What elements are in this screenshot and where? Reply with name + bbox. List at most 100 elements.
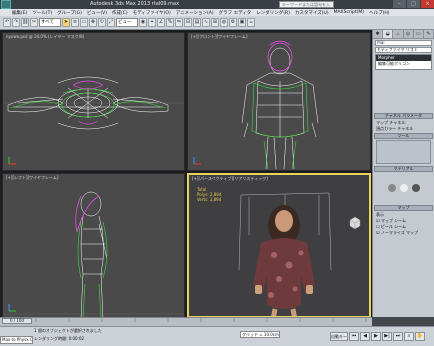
stack-spacer — [373, 71, 434, 111]
undo-icon[interactable]: ↶ — [3, 18, 11, 27]
display-label: 表示 — [376, 212, 384, 217]
viewcube-icon[interactable] — [347, 215, 363, 231]
curve-editor-icon[interactable]: ∿ — [202, 18, 210, 27]
modifier-list-dropdown[interactable]: モディファイヤ リスト — [375, 47, 432, 53]
material-sphere-icon[interactable] — [399, 183, 409, 193]
create-tab-icon[interactable]: ✱ — [373, 30, 384, 38]
menu-tools[interactable]: ツール(T) — [32, 10, 52, 16]
section-tools[interactable]: ツール — [374, 133, 433, 139]
render-setup-icon[interactable]: ⚙ — [229, 18, 237, 27]
zoom-icon[interactable]: ⌕ — [404, 331, 414, 341]
section-material[interactable]: マテリアル — [374, 166, 433, 172]
link-icon[interactable]: ⛓ — [21, 18, 29, 27]
axis-gizmo-icon — [193, 157, 201, 165]
top-wireframe — [3, 76, 184, 130]
left-wireframe — [3, 191, 184, 317]
display-tab-icon[interactable]: ▭ — [414, 30, 424, 38]
pivot-icon[interactable]: ◉ — [139, 18, 147, 27]
render-icon[interactable]: ☕ — [247, 18, 255, 27]
menu-group[interactable]: グループ(G) — [57, 10, 82, 16]
percent-snap-icon[interactable]: % — [166, 18, 174, 27]
menu-animation[interactable]: アニメーション(A) — [176, 10, 214, 16]
close-button[interactable]: × — [421, 0, 434, 8]
select-by-name-icon[interactable]: ≡ — [71, 18, 79, 27]
axis-gizmo-icon — [8, 157, 16, 165]
option-normalize-map[interactable]: ☑ ノーマライズ マップ — [376, 230, 431, 235]
next-frame-icon[interactable]: ▶| — [382, 331, 392, 341]
option-map-seams[interactable]: ☑ マップ シーム — [376, 218, 431, 223]
window-controls: – □ × — [390, 0, 434, 9]
mirror-icon[interactable]: ⇋ — [175, 18, 183, 27]
search-input[interactable]: キーワードまたは語句を入力 — [279, 1, 334, 8]
menu-rendering[interactable]: レンダリング(R) — [256, 10, 290, 16]
menu-modifiers[interactable]: モディファイヤ(O) — [133, 10, 171, 16]
stats-verts: Verts: 2,894 — [197, 197, 221, 202]
viewport-front-label[interactable]: [+][フロント][ワイヤフレーム] — [191, 34, 247, 40]
go-start-icon[interactable]: ⏮ — [349, 331, 359, 341]
app-logo-icon[interactable] — [1, 0, 11, 9]
object-name-field[interactable]: mai — [375, 40, 432, 46]
viewport-front[interactable]: [+][フロント][ワイヤフレーム] — [187, 32, 371, 171]
region-select-icon[interactable]: ▭ — [80, 18, 88, 27]
menu-edit[interactable]: 編集(E) — [12, 10, 27, 16]
option-peel-seams[interactable]: ☐ ピール シーム — [376, 224, 431, 229]
menu-bar: 編集(E) ツール(T) グループ(G) ビュー(V) 作成(C) モディファイ… — [0, 9, 434, 16]
viewport-top[interactable]: nyuwo.psd @ 24.0% (レイヤー マスク/8) — [2, 32, 185, 171]
prev-frame-icon[interactable]: ◀ — [360, 331, 370, 341]
main-toolbar: ↶ ↷ ⛓ ✂ すべて ➤ ≡ ▭ ✥ ↻ ⤢ ビュー ◉ ⌖ ∠ % ⇋ ⊟ … — [0, 16, 434, 30]
render-frame-icon[interactable]: ▣ — [238, 18, 246, 27]
viewport-left[interactable]: [+][レフト][ワイヤフレーム] — [2, 173, 185, 318]
modify-tab-icon[interactable]: ◒ — [383, 30, 394, 38]
play-icon[interactable]: ▶ — [371, 331, 381, 341]
hierarchy-tab-icon[interactable]: ⊥ — [393, 30, 404, 38]
align-icon[interactable]: ⊟ — [184, 18, 192, 27]
auto-key-button[interactable]: 自動キー — [330, 331, 348, 341]
status-render-time: レンダリング時間: 0:00:02 — [34, 336, 85, 341]
material-sphere-icon[interactable] — [387, 183, 397, 193]
selection-filter-dropdown[interactable]: すべて — [39, 18, 61, 27]
window-title: Autodesk 3ds Max 2013 rtal09.max — [90, 1, 180, 7]
go-end-icon[interactable]: ⏭ — [393, 331, 403, 341]
viewport-top-label[interactable]: nyuwo.psd @ 24.0% (レイヤー マスク/8) — [6, 34, 84, 40]
menu-create[interactable]: 作成(C) — [112, 10, 128, 16]
menu-graph-editors[interactable]: グラフ エディタ — [219, 10, 252, 16]
menu-customize[interactable]: カスタマイズ(U) — [295, 10, 329, 16]
command-panel: ✱ ◒ ⊥ ◎ ▭ ✎ mai モディファイヤ リスト Morpher 編集可能… — [372, 30, 434, 317]
option-peel-seams-label: ピール シーム — [380, 224, 407, 229]
redo-icon[interactable]: ↷ — [12, 18, 20, 27]
stats-verts-value: 2,894 — [209, 197, 222, 202]
scale-icon[interactable]: ⤢ — [107, 18, 115, 27]
maxscript-listener[interactable]: Max to Physx C — [0, 336, 33, 344]
menu-maxscript[interactable]: MAXScript(M) — [334, 10, 365, 15]
section-channel-params[interactable]: チャネル パラメータ — [374, 113, 433, 119]
coord-x-field[interactable]: グリッド = 10.0cm — [240, 331, 280, 338]
menu-help[interactable]: ヘルプ(H) — [369, 10, 389, 16]
select-icon[interactable]: ➤ — [62, 18, 70, 27]
rotate-icon[interactable]: ↻ — [98, 18, 106, 27]
angle-snap-icon[interactable]: ∠ — [157, 18, 165, 27]
minimize-button[interactable]: – — [393, 0, 406, 8]
viewport-perspective[interactable]: [+][パースペクティブ][リアリスティック] Total Polys: 2,8… — [187, 173, 371, 318]
viewport-left-label[interactable]: [+][レフト][ワイヤフレーム] — [6, 175, 58, 181]
motion-tab-icon[interactable]: ◎ — [404, 30, 414, 38]
viewport-perspective-label[interactable]: [+][パースペクティブ][リアリスティック] — [192, 176, 268, 182]
maximize-button[interactable]: □ — [407, 0, 420, 8]
layer-icon[interactable]: ▤ — [193, 18, 201, 27]
snap-icon[interactable]: ⌖ — [148, 18, 156, 27]
menu-views[interactable]: ビュー(V) — [87, 10, 107, 16]
time-slider[interactable]: 0 / 100 — [2, 318, 32, 324]
material-sphere-icon[interactable] — [411, 183, 421, 193]
option-normalize-map-label: ノーマライズ マップ — [380, 230, 419, 235]
section-map[interactable]: マップ — [374, 205, 433, 211]
stack-item-editable-poly[interactable]: 編集可能ポリゴン — [376, 61, 431, 67]
reference-coord-dropdown[interactable]: ビュー — [116, 18, 138, 27]
vertex-color-channel-label[interactable]: 頂点カラー チャネル — [376, 126, 431, 131]
pan-icon[interactable]: ✋ — [415, 331, 425, 341]
unlink-icon[interactable]: ✂ — [30, 18, 38, 27]
material-editor-icon[interactable]: ◍ — [220, 18, 228, 27]
timeline[interactable] — [0, 317, 372, 326]
utilities-tab-icon[interactable]: ✎ — [424, 30, 434, 38]
map-channel-label[interactable]: マップ チャネル: — [376, 120, 431, 125]
move-icon[interactable]: ✥ — [89, 18, 97, 27]
schematic-icon[interactable]: ⊞ — [211, 18, 219, 27]
